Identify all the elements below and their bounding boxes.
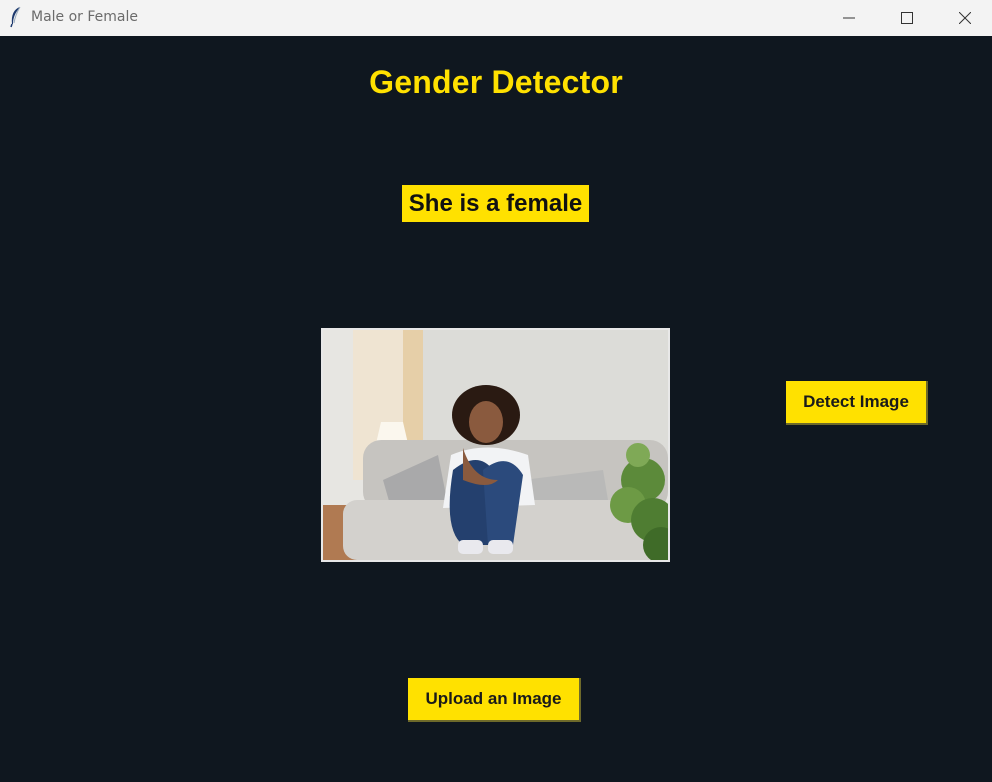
uploaded-image <box>321 328 670 562</box>
maximize-button[interactable] <box>878 0 936 36</box>
window-titlebar[interactable]: Male or Female <box>0 0 992 36</box>
minimize-icon <box>843 17 855 19</box>
upload-image-button[interactable]: Upload an Image <box>408 678 581 722</box>
close-button[interactable] <box>936 0 992 36</box>
close-icon <box>959 12 971 24</box>
maximize-icon <box>901 12 913 24</box>
feather-icon <box>10 6 21 28</box>
page-title: Gender Detector <box>369 64 623 100</box>
woman-on-couch-photo <box>323 330 668 560</box>
window-title: Male or Female <box>31 9 139 25</box>
minimize-button[interactable] <box>820 0 878 36</box>
detect-image-button[interactable]: Detect Image <box>786 381 928 425</box>
result-label: She is a female <box>402 185 589 222</box>
app-content: Gender Detector She is a female Detect I… <box>0 36 992 782</box>
